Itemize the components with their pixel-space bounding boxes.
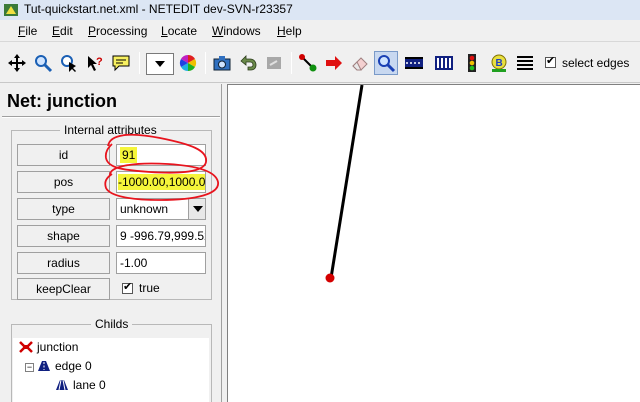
tree-item-label: junction <box>37 340 79 354</box>
attr-value-shape[interactable]: 9 -996.79,999.52 <box>116 225 206 247</box>
list-lines-icon <box>517 56 533 70</box>
tree-item-label: lane 0 <box>73 378 106 392</box>
select-edges-checkbox[interactable]: ✔ <box>545 55 556 68</box>
attr-value-id-text: 91 <box>120 147 138 163</box>
internal-attributes-label: Internal attributes <box>60 123 161 137</box>
menu-help[interactable]: Help <box>277 24 302 38</box>
magnifier-icon <box>35 55 53 73</box>
menu-edit[interactable]: Edit <box>52 24 73 38</box>
svg-text:?: ? <box>96 56 103 68</box>
locate-button[interactable] <box>31 51 55 75</box>
attr-name-type[interactable]: type <box>17 198 110 220</box>
edit-mode-dropdown[interactable] <box>146 53 174 75</box>
tree-item-lane[interactable]: lane 0 <box>55 378 106 392</box>
lane-icon <box>56 379 68 391</box>
network-canvas[interactable] <box>227 84 640 402</box>
toolbar-separator <box>205 52 206 74</box>
detector-icon: B <box>491 54 507 72</box>
color-scheme-button[interactable] <box>176 51 200 75</box>
attr-value-radius-text: -1.00 <box>120 256 148 270</box>
menu-bar: File Edit Processing Locate Windows Help <box>0 20 640 42</box>
window-title: Tut-quickstart.net.xml - NETEDIT dev-SVN… <box>24 2 293 16</box>
menu-locate[interactable]: Locate <box>161 24 197 38</box>
toolbar-separator <box>139 52 140 74</box>
tree-item-junction[interactable]: junction <box>19 340 78 354</box>
divider <box>2 116 220 118</box>
attr-value-type-text: unknown <box>120 202 169 216</box>
attr-name-radius[interactable]: radius <box>17 252 110 274</box>
traffic-light-icon <box>468 54 476 72</box>
crossing-mode-button[interactable] <box>432 51 456 75</box>
attr-value-radius[interactable]: -1.00 <box>116 252 206 274</box>
color-wheel-icon <box>179 54 197 72</box>
checkmark-icon: ✔ <box>546 55 556 67</box>
attr-value-shape-text: 9 -996.79,999.52 <box>120 229 206 243</box>
magnifier-cursor-icon <box>61 55 76 72</box>
toolbar-separator <box>291 52 292 74</box>
red-arrow-icon <box>326 56 342 70</box>
recenter-view-button[interactable] <box>5 51 29 75</box>
toolbar: ? B ✔ select edges <box>0 43 640 83</box>
crossing-icon <box>435 56 453 70</box>
undo-button[interactable] <box>236 51 260 75</box>
checkmark-icon: ✔ <box>123 281 133 293</box>
screenshot-button[interactable] <box>210 51 234 75</box>
attr-name-shape[interactable]: shape <box>17 225 110 247</box>
attr-name-keepclear[interactable]: keepClear <box>17 278 110 300</box>
childs-tree: junction − edge 0 lane 0 <box>13 338 209 402</box>
collapse-toggle[interactable]: − <box>25 363 34 372</box>
move-mode-button[interactable] <box>322 51 346 75</box>
attr-value-id[interactable]: 91 <box>116 144 206 166</box>
edge-icon <box>38 361 50 371</box>
tree-item-edge[interactable]: edge 0 <box>37 359 92 373</box>
connection-mode-button[interactable] <box>402 51 426 75</box>
inspector-panel: Net: junction Internal attributes id 91 … <box>0 84 222 402</box>
attr-value-pos[interactable]: -1000.00,1000.00 <box>116 171 206 193</box>
camera-icon <box>213 56 231 71</box>
redo-icon <box>267 57 281 69</box>
speech-bubble-icon <box>112 55 130 72</box>
menu-windows[interactable]: Windows <box>212 24 261 38</box>
panel-title: Net: junction <box>7 91 117 111</box>
eraser-icon <box>352 57 368 71</box>
move-arrows-icon <box>8 54 26 72</box>
svg-text:B: B <box>496 58 503 69</box>
network-drawing <box>325 85 364 283</box>
redo-button-disabled[interactable] <box>262 51 286 75</box>
select-edges-label: select edges <box>562 56 630 70</box>
chevron-down-icon <box>155 61 165 67</box>
edge-line[interactable] <box>329 85 364 279</box>
chevron-down-icon <box>188 199 205 219</box>
magnifier-icon <box>378 55 396 73</box>
netedit-app-icon <box>4 4 18 16</box>
attr-name-id[interactable]: id <box>17 144 110 166</box>
delete-mode-button[interactable] <box>348 51 372 75</box>
additional-mode-button[interactable]: B <box>487 51 511 75</box>
attr-value-type-select[interactable]: unknown <box>116 198 206 220</box>
attr-value-pos-text: -1000.00,1000.00 <box>118 174 205 190</box>
keepclear-value-label: true <box>139 281 160 295</box>
childs-label: Childs <box>91 317 133 331</box>
title-bar: Tut-quickstart.net.xml - NETEDIT dev-SVN… <box>0 0 640 20</box>
tooltip-toggle-button[interactable] <box>109 51 133 75</box>
create-edge-mode-button[interactable] <box>296 51 320 75</box>
tree-item-label: edge 0 <box>55 359 92 373</box>
traffic-light-mode-button[interactable] <box>460 51 484 75</box>
inspect-mode-button[interactable] <box>374 51 398 75</box>
zoom-style-button[interactable] <box>57 51 81 75</box>
help-pointer-icon: ? <box>88 56 103 71</box>
keepclear-checkbox[interactable]: ✔ <box>122 281 133 294</box>
create-edge-icon <box>299 54 317 72</box>
menu-processing[interactable]: Processing <box>88 24 147 38</box>
junction-node[interactable] <box>325 273 335 283</box>
attr-name-pos[interactable]: pos <box>17 171 110 193</box>
undo-arrow-icon <box>240 55 257 71</box>
junction-icon <box>19 341 33 353</box>
lanes-icon <box>405 57 423 69</box>
help-pointer-button[interactable]: ? <box>83 51 107 75</box>
menu-file[interactable]: File <box>18 24 37 38</box>
view-options-button[interactable] <box>513 51 537 75</box>
